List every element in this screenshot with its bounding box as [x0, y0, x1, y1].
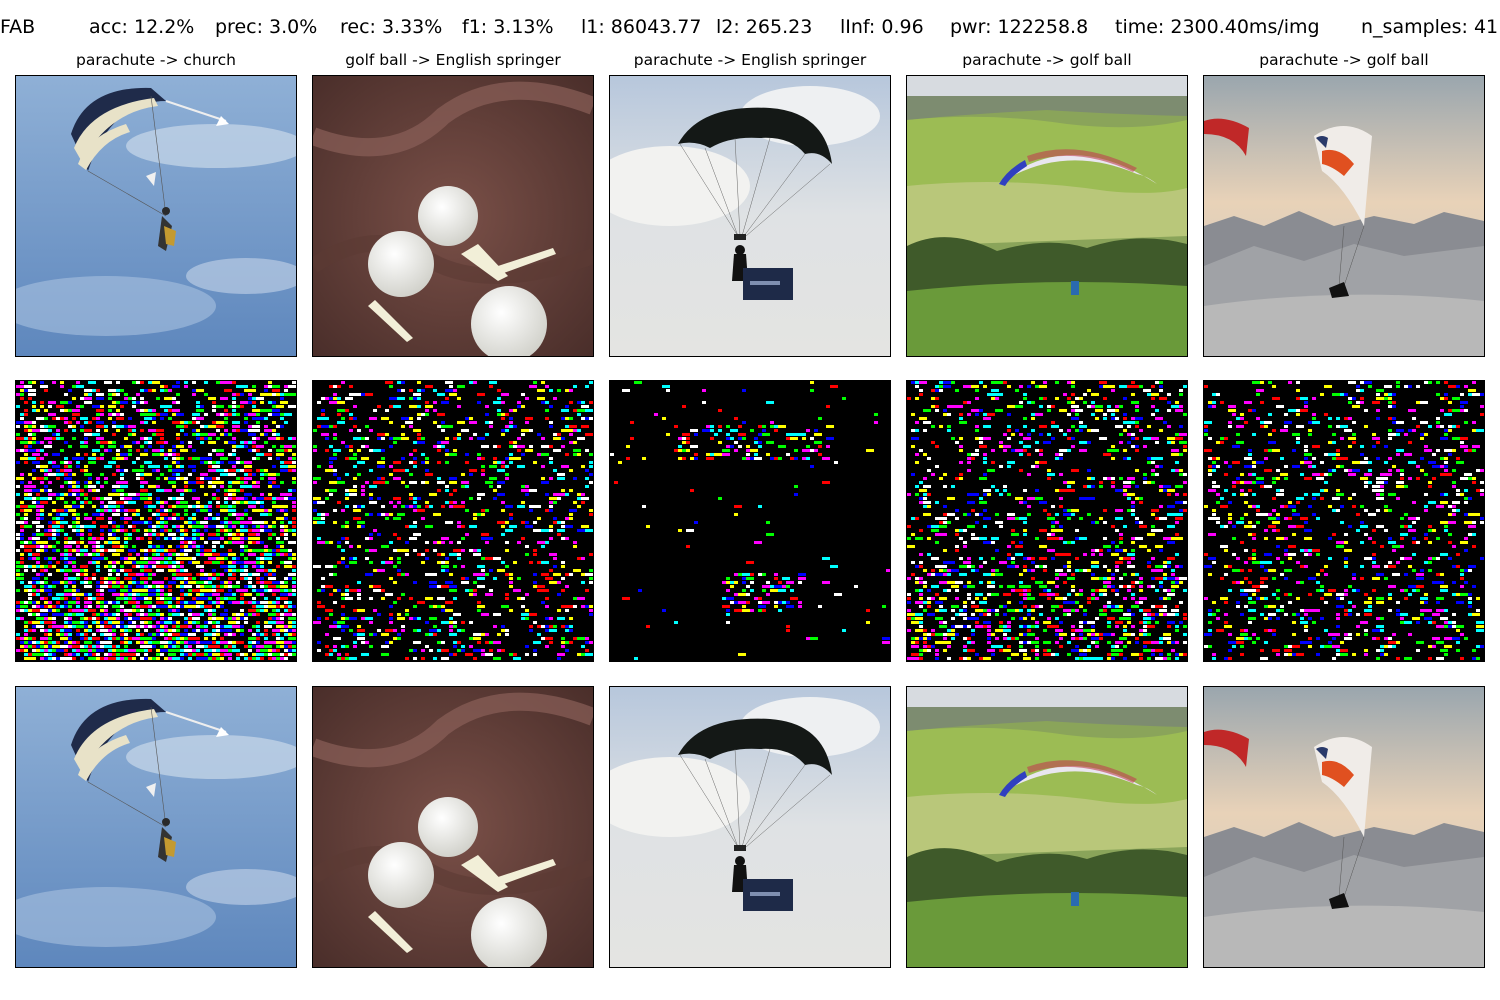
attack-name: FAB — [0, 16, 36, 38]
metric-linf: lInf: 0.96 — [840, 16, 924, 38]
column-title: parachute -> golf ball — [962, 51, 1132, 69]
metric-time: time: 2300.40ms/img — [1115, 16, 1320, 38]
metric-f1: f1: 3.13% — [462, 16, 554, 38]
perturbation-image — [312, 380, 594, 662]
metric-accuracy: acc: 12.2% — [89, 16, 195, 38]
paraglider-field-photo — [907, 76, 1187, 356]
perturbation-noise-map — [610, 381, 890, 661]
metric-recall: rec: 3.33% — [340, 16, 443, 38]
column-title: parachute -> golf ball — [1259, 51, 1429, 69]
paraglider-mountains-photo — [1204, 687, 1484, 967]
original-image — [15, 75, 297, 357]
golfballs-photo — [313, 687, 593, 967]
parachute-cloud-photo — [610, 687, 890, 967]
perturbation-noise-map — [313, 381, 593, 661]
original-image — [906, 75, 1188, 357]
adversarial-image — [609, 686, 891, 968]
perturbation-noise-map — [1204, 381, 1484, 661]
perturbation-image — [906, 380, 1188, 662]
original-image — [312, 75, 594, 357]
metric-power: pwr: 122258.8 — [950, 16, 1089, 38]
perturbation-image — [1203, 380, 1485, 662]
adversarial-image — [15, 686, 297, 968]
paraglider-field-photo — [907, 687, 1187, 967]
original-image — [609, 75, 891, 357]
paraglider-mountains-photo — [1204, 76, 1484, 356]
parachute-cloud-photo — [610, 76, 890, 356]
perturbation-image — [15, 380, 297, 662]
perturbation-image — [609, 380, 891, 662]
metric-l1: l1: 86043.77 — [581, 16, 702, 38]
column-title: parachute -> church — [76, 51, 236, 69]
skydiver-photo — [16, 76, 296, 356]
column-title: golf ball -> English springer — [345, 51, 561, 69]
metric-n-samples: n_samples: 41 — [1361, 16, 1499, 38]
golfballs-photo — [313, 76, 593, 356]
metric-precision: prec: 3.0% — [215, 16, 318, 38]
adversarial-image — [906, 686, 1188, 968]
column-title: parachute -> English springer — [633, 51, 867, 69]
original-image — [1203, 75, 1485, 357]
metrics-header: FAB acc: 12.2% prec: 3.0% rec: 3.33% f1:… — [0, 16, 1500, 42]
perturbation-noise-map — [16, 381, 296, 661]
adversarial-image — [312, 686, 594, 968]
perturbation-noise-map — [907, 381, 1187, 661]
skydiver-photo — [16, 687, 296, 967]
adversarial-image — [1203, 686, 1485, 968]
metric-l2: l2: 265.23 — [716, 16, 813, 38]
